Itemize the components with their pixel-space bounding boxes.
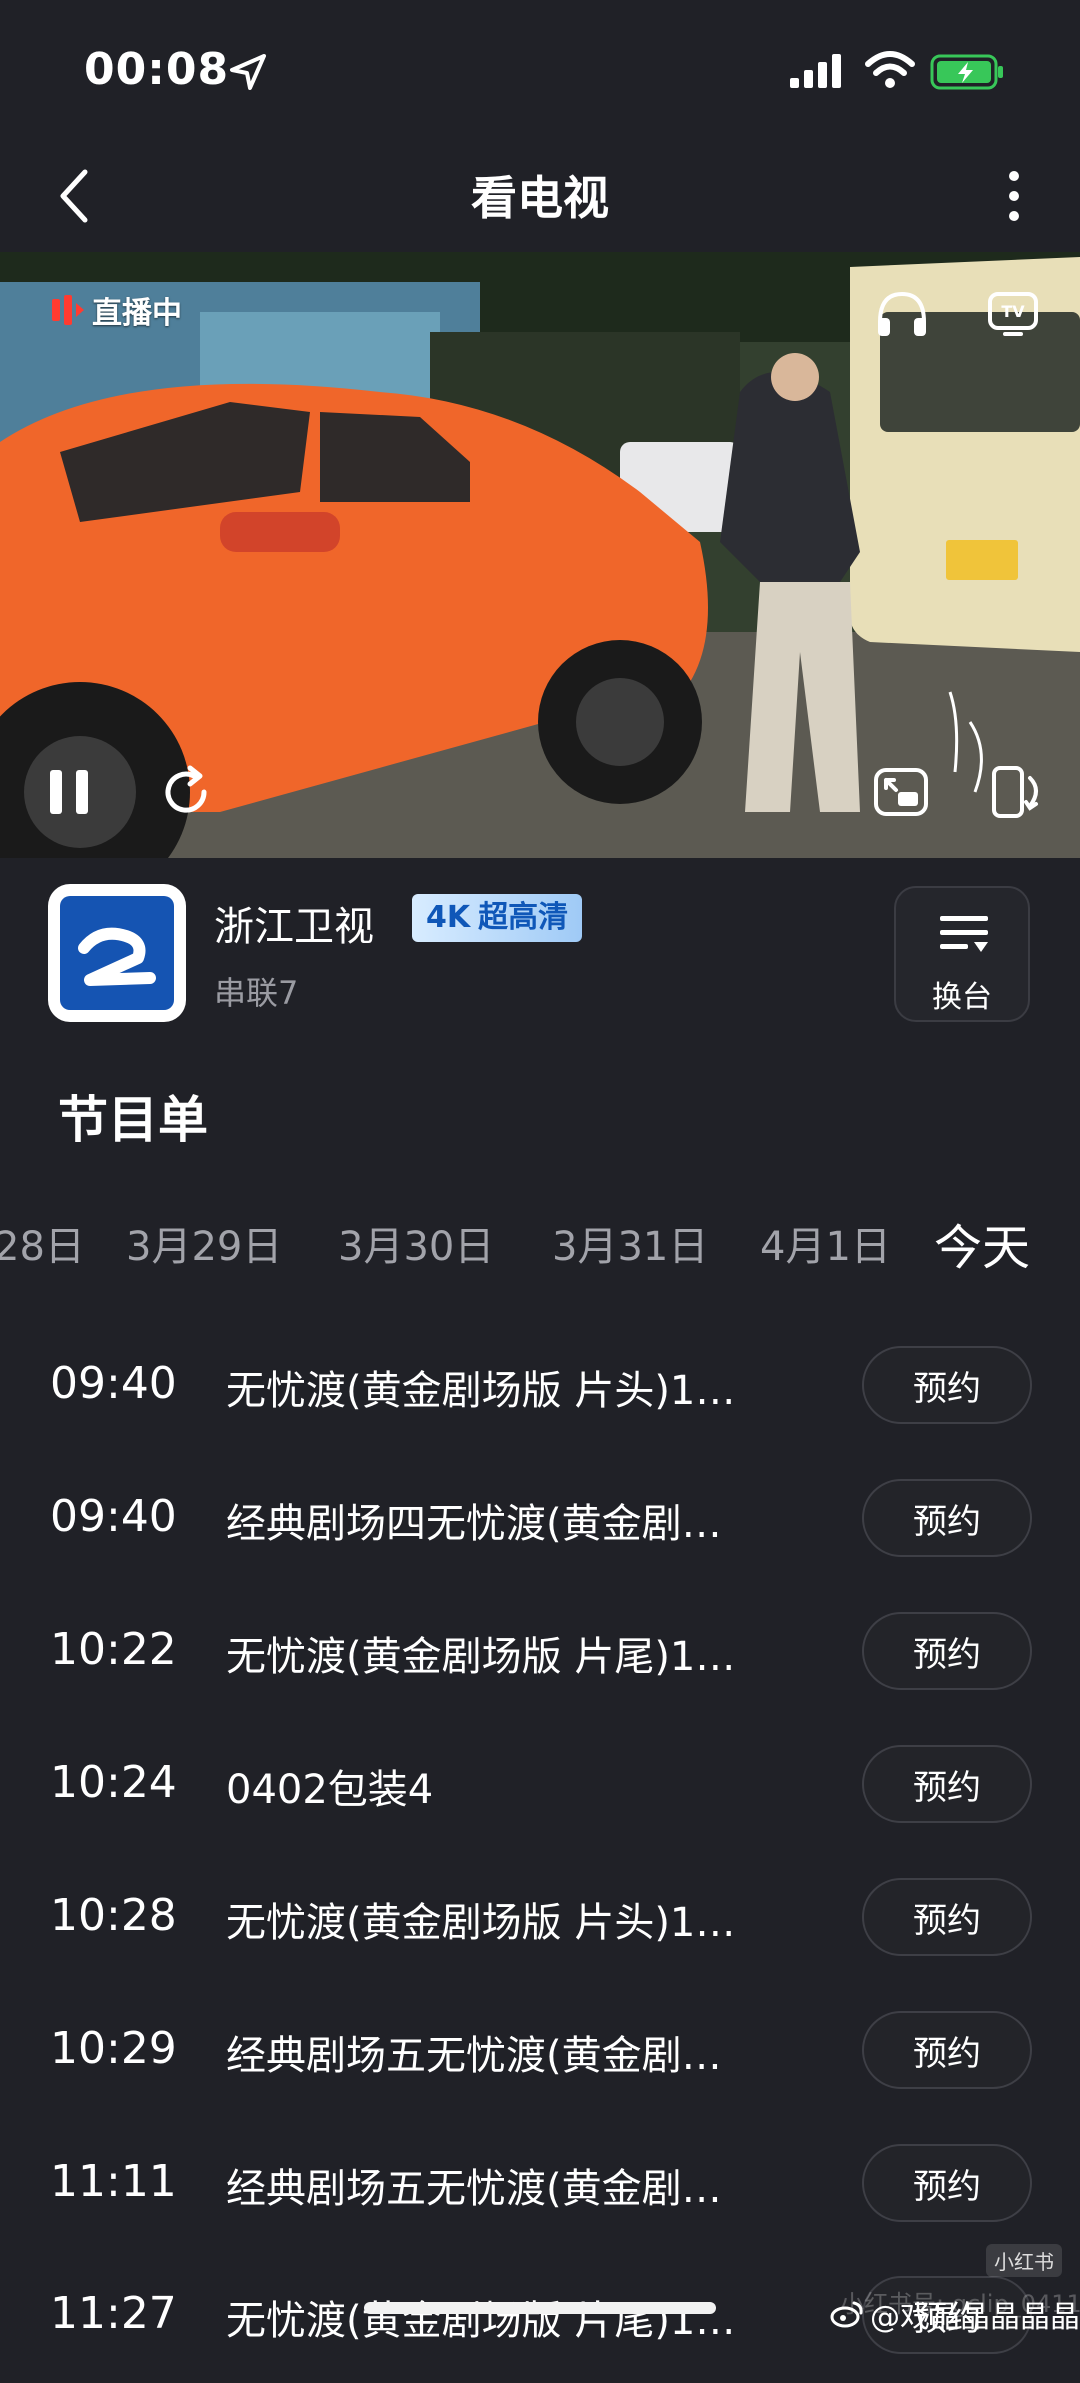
switch-channel-button[interactable]: 换台 <box>894 886 1030 1022</box>
reserve-button[interactable]: 预约 <box>862 1745 1032 1823</box>
program-row: 10:22 无忧渡(黄金剧场版 片尾)1… 预约 <box>0 1586 1080 1719</box>
program-row: 09:40 无忧渡(黄金剧场版 片头)1… 预约 <box>0 1320 1080 1453</box>
program-time: 09:40 <box>50 1491 177 1542</box>
live-logo-icon <box>52 295 84 325</box>
program-row: 10:24 0402包装4 预约 <box>0 1719 1080 1852</box>
page-title: 看电视 <box>471 171 609 225</box>
program-time: 09:40 <box>50 1358 177 1409</box>
status-bar: 00:08 <box>0 0 1080 140</box>
live-label: 直播中 <box>92 296 182 331</box>
battery-charging-icon <box>930 54 1003 90</box>
svg-text:TV: TV <box>1001 302 1025 321</box>
reserve-button[interactable]: 预约 <box>862 1346 1032 1424</box>
home-indicator <box>364 2302 716 2314</box>
program-time: 11:27 <box>50 2288 177 2339</box>
program-row: 11:11 经典剧场五无忧渡(黄金剧… 预约 <box>0 2118 1080 2251</box>
headphones-icon[interactable] <box>874 288 930 340</box>
rotate-screen-icon[interactable] <box>988 762 1046 822</box>
weibo-watermark: @戏晶晶晶晶晶 <box>830 2292 1080 2336</box>
reserve-button[interactable]: 预约 <box>862 1612 1032 1690</box>
xiaohongshu-watermark-badge: 小红书 <box>986 2244 1062 2277</box>
channel-info: 浙江卫视 4K 超高清 串联7 换台 <box>0 884 1080 1034</box>
program-row: 09:40 经典剧场四无忧渡(黄金剧… 预约 <box>0 1453 1080 1586</box>
more-options-button[interactable] <box>984 158 1044 234</box>
date-tabs: 28日 3月29日 3月30日 3月31日 4月1日 今天 <box>0 1200 1080 1280</box>
quality-text: 超高清 <box>478 900 569 935</box>
program-title: 无忧渡(黄金剧场版 片尾)1… <box>226 2298 736 2344</box>
switch-channel-label: 换台 <box>932 980 992 1015</box>
location-arrow-icon <box>230 54 266 90</box>
quality-4k: 4K <box>426 900 471 935</box>
more-vertical-icon <box>1009 171 1019 221</box>
program-title: 经典剧场五无忧渡(黄金剧… <box>226 2166 722 2212</box>
program-row: 10:29 经典剧场五无忧渡(黄金剧… 预约 <box>0 1985 1080 2118</box>
live-badge: 直播中 <box>50 288 182 332</box>
program-time: 10:28 <box>50 1890 177 1941</box>
reserve-button[interactable]: 预约 <box>862 1479 1032 1557</box>
program-time: 10:24 <box>50 1757 177 1808</box>
cellular-signal-icon <box>790 54 841 88</box>
program-title: 经典剧场四无忧渡(黄金剧… <box>226 1501 722 1547</box>
reserve-button[interactable]: 预约 <box>862 2144 1032 2222</box>
program-row: 10:28 无忧渡(黄金剧场版 片头)1… 预约 <box>0 1852 1080 1985</box>
pause-icon[interactable] <box>42 764 96 820</box>
date-tab-28[interactable]: 28日 <box>0 1214 85 1272</box>
nav-bar: 看电视 <box>0 140 1080 252</box>
date-tab-0401[interactable]: 4月1日 <box>760 1214 891 1272</box>
channel-name: 浙江卫视 <box>214 904 374 950</box>
video-player[interactable]: 直播中 TV <box>0 252 1080 858</box>
program-title: 无忧渡(黄金剧场版 片尾)1… <box>226 1634 736 1680</box>
program-time: 10:29 <box>50 2023 177 2074</box>
reserve-button[interactable]: 预约 <box>862 1878 1032 1956</box>
refresh-icon[interactable] <box>160 764 214 820</box>
tv-cast-icon[interactable]: TV <box>986 286 1040 340</box>
weibo-handle: @戏晶晶晶晶晶 <box>870 2300 1080 2335</box>
channel-logo <box>48 884 186 1022</box>
program-title: 无忧渡(黄金剧场版 片头)1… <box>226 1368 736 1414</box>
quality-badge: 4K 超高清 <box>412 894 583 942</box>
program-title: 无忧渡(黄金剧场版 片头)1… <box>226 1900 736 1946</box>
program-title: 0402包装4 <box>226 1767 434 1813</box>
schedule-title: 节目单 <box>58 1091 208 1149</box>
date-tab-0330[interactable]: 3月30日 <box>338 1214 494 1272</box>
program-time: 10:22 <box>50 1624 177 1675</box>
date-tab-today[interactable]: 今天 <box>934 1208 1030 1278</box>
now-playing: 串联7 <box>214 974 299 1012</box>
date-tab-0331[interactable]: 3月31日 <box>552 1214 708 1272</box>
picture-in-picture-icon[interactable] <box>872 762 930 822</box>
channel-list-icon <box>940 916 988 952</box>
program-time: 11:11 <box>50 2156 177 2207</box>
status-time: 00:08 <box>84 44 230 95</box>
date-tab-0329[interactable]: 3月29日 <box>126 1214 282 1272</box>
program-title: 经典剧场五无忧渡(黄金剧… <box>226 2033 722 2079</box>
zhejiang-tv-logo-icon <box>60 896 174 1010</box>
weibo-icon <box>830 2301 863 2328</box>
wifi-icon <box>865 51 915 88</box>
reserve-button[interactable]: 预约 <box>862 2011 1032 2089</box>
